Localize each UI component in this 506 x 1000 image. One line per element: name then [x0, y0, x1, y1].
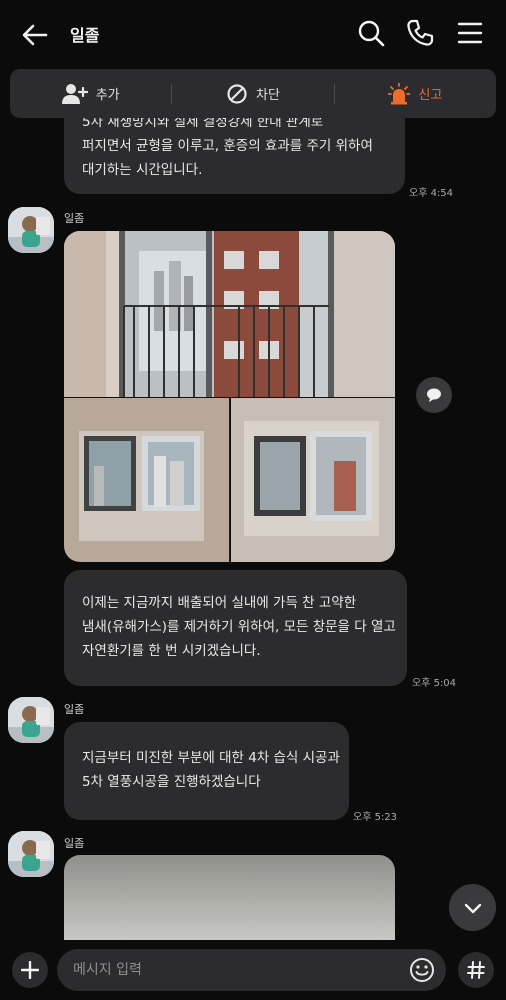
add-friend-button[interactable]: 추가 — [10, 69, 171, 118]
avatar-image — [8, 831, 54, 877]
avatar-image — [8, 697, 54, 743]
message-text-line: 냄새(유해가스)를 제거하기 위하여, 모든 창문을 다 열고 — [82, 619, 396, 635]
block-label: 차단 — [256, 88, 280, 103]
message-time: 오후 4:54 — [409, 188, 454, 199]
chat-header: 일졸 — [0, 0, 506, 68]
sender-name: 일좀 — [64, 212, 85, 225]
chevron-down-icon — [464, 903, 481, 913]
arrow-left-icon[interactable] — [18, 18, 52, 52]
hamburger-menu-icon[interactable] — [455, 18, 485, 48]
add-person-icon — [61, 83, 88, 104]
photo-grid[interactable] — [64, 231, 395, 562]
avatar[interactable] — [8, 207, 54, 253]
plus-icon — [21, 961, 39, 979]
message-text-line: 이제는 지금까지 배출되어 실내에 가득 찬 고약한 — [82, 595, 357, 611]
photo-message[interactable] — [64, 855, 395, 940]
siren-icon — [388, 82, 411, 104]
emoji-icon[interactable] — [408, 956, 436, 984]
message-list[interactable]: 5차 재생방지와 실제 결정강제 한대 관계로 퍼지면서 균형을 이루고, 훈증… — [0, 68, 506, 940]
phone-icon[interactable] — [405, 18, 435, 48]
sender-name: 일좀 — [64, 837, 85, 850]
message-time: 오후 5:23 — [353, 812, 398, 823]
sender-name: 일좀 — [64, 703, 85, 716]
message-bubble[interactable]: 이제는 지금까지 배출되어 실내에 가득 찬 고약한 냄새(유해가스)를 제거하… — [64, 570, 407, 686]
report-button[interactable]: 신고 — [335, 69, 496, 118]
attach-button[interactable] — [12, 952, 48, 988]
avatar-image — [8, 207, 54, 253]
message-text-line: 퍼지면서 균형을 이루고, 훈증의 효과를 주기 위하여 — [82, 138, 373, 154]
chat-title: 일졸 — [70, 26, 100, 45]
scroll-to-bottom-button[interactable] — [449, 884, 496, 931]
report-label: 신고 — [418, 88, 443, 103]
message-text-line: 대기하는 시간입니다. — [82, 162, 203, 178]
message-time: 오후 5:04 — [412, 678, 457, 689]
avatar[interactable] — [8, 697, 54, 743]
message-text-line: 5차 열풍시공을 진행하겠습니다 — [82, 774, 261, 790]
share-button[interactable] — [416, 377, 452, 413]
window-photos — [64, 231, 395, 562]
add-friend-label: 추가 — [95, 88, 120, 103]
hash-icon — [467, 961, 485, 979]
message-text-line: 자연환기를 한 번 시키겠습니다. — [82, 643, 261, 659]
block-icon — [227, 83, 247, 104]
composer-bar — [0, 940, 506, 1000]
speech-bubble-icon — [427, 388, 441, 402]
hashtag-button[interactable] — [458, 952, 494, 988]
block-button[interactable]: 차단 — [172, 69, 333, 118]
message-bubble[interactable]: 지금부터 미진한 부분에 대한 4차 습식 시공과 5차 열풍시공을 진행하겠습… — [64, 722, 349, 820]
message-input[interactable] — [57, 949, 446, 991]
stranger-action-bar: 추가 차단 신고 — [10, 69, 496, 118]
message-text-line: 지금부터 미진한 부분에 대한 4차 습식 시공과 — [82, 750, 340, 766]
avatar[interactable] — [8, 831, 54, 877]
search-icon[interactable] — [356, 18, 386, 48]
